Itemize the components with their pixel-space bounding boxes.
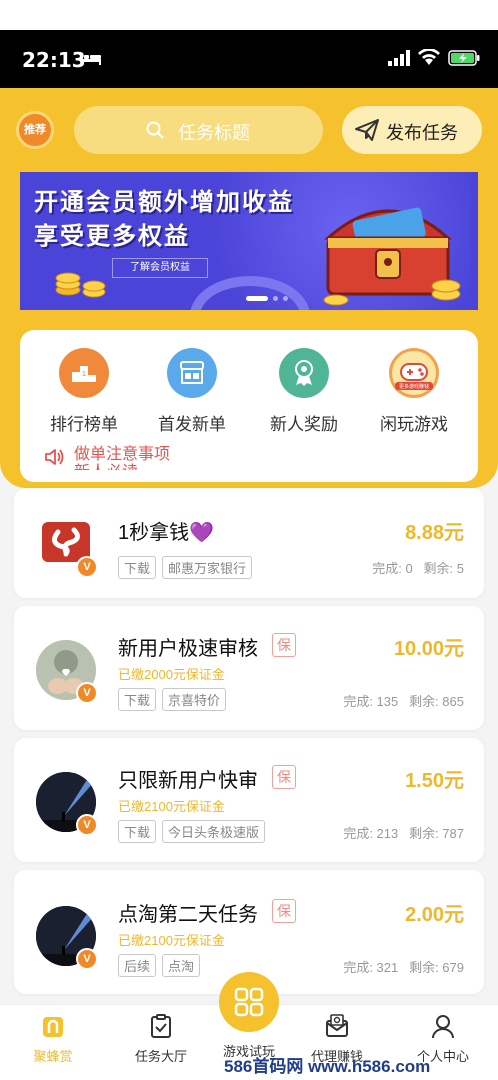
banner-headline: 开通会员额外增加收益 bbox=[34, 189, 294, 216]
notice-ticker[interactable]: 做单注意事项 新人必读 bbox=[44, 444, 234, 470]
task-remain: 剩余: 5 bbox=[423, 561, 464, 576]
banner-learn-more-button[interactable]: 了解会员权益 bbox=[112, 258, 208, 278]
vip-badge: V bbox=[76, 556, 98, 578]
category-casual-games[interactable]: 更多游戏赚钱 闲玩游戏 bbox=[364, 348, 464, 435]
task-tags: 下载 京喜特价 bbox=[118, 688, 227, 711]
category-label: 新人奖励 bbox=[270, 415, 338, 434]
task-tag: 下载 bbox=[118, 820, 157, 843]
banner-subheadline: 享受更多权益 bbox=[34, 223, 190, 250]
vip-badge: V bbox=[76, 948, 98, 970]
tab-label: 任务大厅 bbox=[134, 1049, 187, 1064]
category-ranking[interactable]: 1 排行榜单 bbox=[34, 348, 134, 435]
clipboard-check-icon bbox=[151, 1014, 171, 1038]
treasure-chest-icon bbox=[323, 207, 461, 306]
category-panel: 1 排行榜单 首发新单 新人奖励 更多游戏赚钱 闲玩游戏 做单注意事项 新人必读 bbox=[20, 330, 478, 482]
banner-dot-active bbox=[246, 296, 268, 301]
task-title: 新用户极速审核 bbox=[118, 638, 258, 660]
task-title: 只限新用户快审 bbox=[118, 770, 258, 792]
task-title: 点淘第二天任务 bbox=[118, 904, 258, 926]
tab-label: 聚蜂赏 bbox=[33, 1049, 73, 1064]
signal-icon bbox=[388, 50, 410, 66]
task-tag: 今日头条极速版 bbox=[162, 820, 266, 843]
status-bar: 22:13 bbox=[0, 30, 498, 88]
top-margin bbox=[0, 0, 498, 30]
task-deposit: 已缴2000元保证金 bbox=[118, 667, 225, 682]
banner-pagination bbox=[246, 296, 288, 301]
task-stats: 完成: 213 剩余: 787 bbox=[343, 823, 464, 842]
task-tag: 后续 bbox=[118, 954, 157, 977]
category-label: 首发新单 bbox=[158, 415, 226, 434]
task-tags: 后续 点淘 bbox=[118, 954, 201, 977]
task-card[interactable]: V 只限新用户快审 保 1.50元 已缴2100元保证金 下载 今日头条极速版 … bbox=[14, 738, 484, 862]
task-price: 1.50元 bbox=[405, 770, 464, 792]
status-time: 22:13 bbox=[22, 48, 86, 72]
publish-task-button[interactable]: 发布任务 bbox=[342, 106, 482, 154]
task-tags: 下载 邮惠万家银行 bbox=[118, 556, 253, 579]
deposit-guarantee-badge: 保 bbox=[272, 765, 296, 789]
banner-dot bbox=[273, 296, 278, 301]
task-tags: 下载 今日头条极速版 bbox=[118, 820, 266, 843]
deposit-guarantee-badge: 保 bbox=[272, 899, 296, 923]
task-deposit: 已缴2100元保证金 bbox=[118, 799, 225, 814]
task-price: 10.00元 bbox=[393, 638, 464, 660]
task-remain: 剩余: 787 bbox=[409, 826, 464, 841]
notice-text: 新人必读 bbox=[74, 458, 138, 470]
task-tag: 点淘 bbox=[162, 954, 201, 977]
tab-game-trial-button[interactable] bbox=[219, 972, 279, 1032]
task-tag: 邮惠万家银行 bbox=[162, 556, 253, 579]
category-label: 闲玩游戏 bbox=[380, 415, 448, 434]
task-card[interactable]: V 1秒拿钱💜 8.88元 下载 邮惠万家银行 完成: 0 剩余: 5 bbox=[14, 488, 484, 598]
send-icon bbox=[355, 119, 379, 141]
category-label: 排行榜单 bbox=[50, 415, 118, 434]
task-card[interactable]: V 新用户极速审核 保 10.00元 已缴2000元保证金 下载 京喜特价 完成… bbox=[14, 606, 484, 730]
promo-banner[interactable]: 开通会员额外增加收益 享受更多权益 了解会员权益 bbox=[20, 172, 478, 310]
search-placeholder: 任务标题 bbox=[178, 123, 250, 143]
watermark: 586首码网 www.h586.com bbox=[224, 1057, 431, 1076]
user-icon bbox=[432, 1015, 454, 1039]
gamepad-caption: 更多游戏赚钱 bbox=[399, 383, 429, 390]
shop-icon bbox=[167, 348, 217, 398]
wifi-icon bbox=[418, 49, 440, 65]
vip-badge: V bbox=[76, 682, 98, 704]
medal-icon bbox=[279, 348, 329, 398]
speaker-icon bbox=[45, 449, 64, 465]
task-tag: 下载 bbox=[118, 688, 157, 711]
task-done: 完成: 0 bbox=[372, 561, 413, 576]
task-done: 完成: 213 bbox=[343, 826, 399, 841]
tab-task-hall[interactable]: 任务大厅 bbox=[116, 1013, 206, 1065]
task-remain: 剩余: 679 bbox=[409, 960, 464, 975]
publish-task-label: 发布任务 bbox=[386, 123, 458, 143]
recommend-badge[interactable]: 推荐 bbox=[16, 111, 54, 149]
task-done: 完成: 321 bbox=[343, 960, 399, 975]
task-deposit: 已缴2100元保证金 bbox=[118, 933, 225, 948]
home-icon bbox=[43, 1017, 63, 1037]
vip-badge: V bbox=[76, 814, 98, 836]
gamepad-icon: 更多游戏赚钱 bbox=[389, 348, 439, 398]
search-bar[interactable]: 任务标题 bbox=[74, 106, 323, 154]
battery-icon bbox=[448, 50, 480, 66]
category-newbie-reward[interactable]: 新人奖励 bbox=[254, 348, 354, 435]
task-tag: 京喜特价 bbox=[162, 688, 227, 711]
task-title: 1秒拿钱💜 bbox=[118, 522, 215, 544]
search-icon bbox=[146, 121, 164, 139]
banner-dot bbox=[283, 296, 288, 301]
task-done: 完成: 135 bbox=[343, 694, 399, 709]
task-price: 8.88元 bbox=[405, 522, 464, 544]
task-stats: 完成: 321 剩余: 679 bbox=[343, 957, 464, 976]
task-price: 2.00元 bbox=[405, 904, 464, 926]
task-stats: 完成: 135 剩余: 865 bbox=[343, 691, 464, 710]
coins-icon bbox=[55, 272, 106, 298]
sleep-mode-icon bbox=[81, 53, 101, 65]
task-remain: 剩余: 865 bbox=[409, 694, 464, 709]
task-tag: 下载 bbox=[118, 556, 157, 579]
podium-icon: 1 bbox=[59, 348, 109, 398]
category-first-orders[interactable]: 首发新单 bbox=[142, 348, 242, 435]
tab-home[interactable]: 聚蜂赏 bbox=[8, 1013, 98, 1065]
deposit-guarantee-badge: 保 bbox=[272, 633, 296, 657]
svg-text:1: 1 bbox=[82, 370, 86, 378]
envelope-money-icon bbox=[326, 1014, 348, 1037]
task-stats: 完成: 0 剩余: 5 bbox=[372, 558, 464, 577]
grid-apps-icon bbox=[234, 987, 264, 1017]
